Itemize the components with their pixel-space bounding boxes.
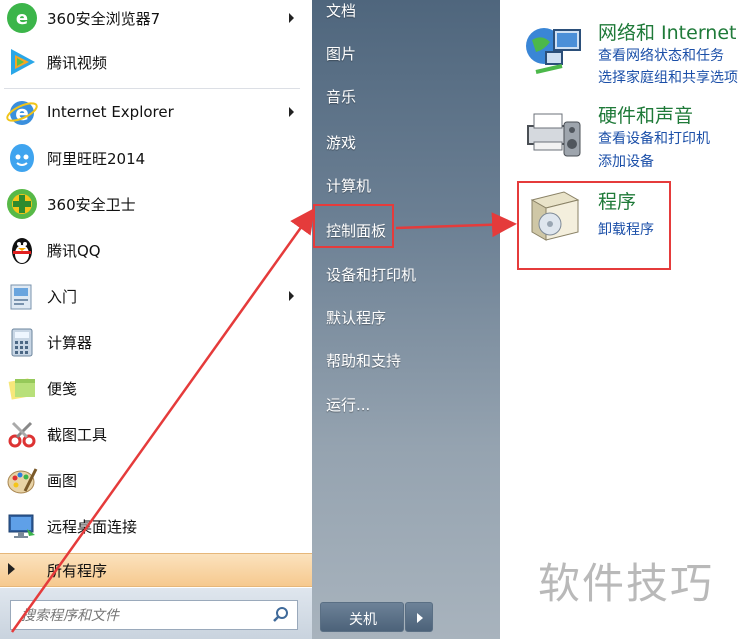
cp-hardware-link-devices[interactable]: 查看设备和打印机 bbox=[598, 128, 710, 148]
menu-run[interactable]: 运行... bbox=[326, 394, 370, 415]
programs-pane: e 360安全浏览器7 腾讯视频 e Internet Explorer 阿里旺… bbox=[0, 0, 312, 639]
network-globe-icon bbox=[526, 28, 581, 74]
aliwangwang-icon bbox=[4, 140, 40, 176]
programs-highlight-box bbox=[517, 181, 671, 270]
program-label: 入门 bbox=[47, 287, 78, 306]
program-label: 截图工具 bbox=[47, 425, 108, 444]
shutdown-options-button[interactable] bbox=[405, 602, 433, 632]
arrow-right-icon bbox=[417, 613, 423, 623]
qq-penguin-icon bbox=[4, 232, 40, 268]
program-tencent-video[interactable]: 腾讯视频 bbox=[0, 40, 312, 84]
program-label: Internet Explorer bbox=[47, 103, 174, 121]
program-label: 360安全卫士 bbox=[47, 195, 136, 214]
expand-arrow-icon bbox=[8, 563, 15, 575]
search-box[interactable] bbox=[10, 600, 298, 630]
menu-computer[interactable]: 计算机 bbox=[326, 175, 371, 196]
paint-icon bbox=[4, 462, 40, 498]
program-label: 远程桌面连接 bbox=[47, 517, 138, 536]
menu-music[interactable]: 音乐 bbox=[326, 86, 356, 107]
svg-text:e: e bbox=[16, 8, 28, 29]
cp-network-link-status[interactable]: 查看网络状态和任务 bbox=[598, 45, 724, 65]
search-area bbox=[0, 588, 312, 639]
program-internet-explorer[interactable]: e Internet Explorer bbox=[0, 90, 312, 134]
cp-network-link-homegroup[interactable]: 选择家庭组和共享选项 bbox=[598, 67, 738, 87]
calculator-icon bbox=[4, 324, 40, 360]
shutdown-label: 关机 bbox=[349, 612, 377, 628]
menu-pictures[interactable]: 图片 bbox=[326, 43, 356, 64]
search-input[interactable] bbox=[19, 604, 263, 628]
cp-hardware-link-add-device[interactable]: 添加设备 bbox=[598, 151, 654, 171]
cp-network-title[interactable]: 网络和 Internet bbox=[598, 18, 736, 45]
program-label: 阿里旺旺2014 bbox=[47, 149, 146, 168]
program-360-browser[interactable]: e 360安全浏览器7 bbox=[0, 0, 312, 40]
submenu-arrow-icon bbox=[289, 107, 294, 117]
program-getting-started[interactable]: 入门 bbox=[0, 274, 312, 318]
360-browser-icon: e bbox=[4, 0, 40, 36]
internet-explorer-icon: e bbox=[4, 94, 40, 130]
all-programs-label: 所有程序 bbox=[47, 562, 108, 580]
getting-started-icon bbox=[4, 278, 40, 314]
submenu-arrow-icon bbox=[289, 291, 294, 301]
program-360-safeguard[interactable]: 360安全卫士 bbox=[0, 182, 312, 226]
search-icon[interactable] bbox=[272, 606, 290, 624]
printer-speaker-icon bbox=[527, 113, 581, 157]
menu-games[interactable]: 游戏 bbox=[326, 132, 356, 153]
control-panel-pane bbox=[500, 0, 756, 639]
program-label: 画图 bbox=[47, 471, 78, 490]
shutdown-button[interactable]: 关机 bbox=[320, 602, 404, 632]
places-pane: 文档 图片 音乐 游戏 计算机 控制面板 设备和打印机 默认程序 帮助和支持 运… bbox=[312, 0, 500, 639]
menu-documents[interactable]: 文档 bbox=[326, 0, 356, 21]
program-label: 计算器 bbox=[47, 333, 93, 352]
program-remote-desktop[interactable]: 远程桌面连接 bbox=[0, 504, 312, 548]
program-label: 腾讯视频 bbox=[47, 53, 108, 72]
submenu-arrow-icon bbox=[289, 13, 294, 23]
watermark-text: 软件技巧 bbox=[538, 559, 715, 608]
program-label: 腾讯QQ bbox=[47, 241, 101, 260]
program-calculator[interactable]: 计算器 bbox=[0, 320, 312, 364]
control-panel-highlight-box bbox=[313, 204, 394, 248]
program-paint[interactable]: 画图 bbox=[0, 458, 312, 502]
program-label: 便笺 bbox=[47, 379, 78, 398]
program-label: 360安全浏览器7 bbox=[47, 9, 161, 28]
cp-hardware-title[interactable]: 硬件和声音 bbox=[598, 101, 693, 128]
sticky-notes-icon bbox=[4, 370, 40, 406]
menu-default-programs[interactable]: 默认程序 bbox=[326, 307, 386, 328]
all-programs-button[interactable]: 所有程序 bbox=[0, 553, 312, 587]
menu-help-support[interactable]: 帮助和支持 bbox=[326, 350, 401, 371]
program-aliwangwang[interactable]: 阿里旺旺2014 bbox=[0, 136, 312, 180]
program-snipping-tool[interactable]: 截图工具 bbox=[0, 412, 312, 456]
program-qq[interactable]: 腾讯QQ bbox=[0, 228, 312, 272]
program-sticky-notes[interactable]: 便笺 bbox=[0, 366, 312, 410]
menu-devices-printers[interactable]: 设备和打印机 bbox=[326, 264, 416, 285]
remote-desktop-icon bbox=[4, 508, 40, 544]
360-safeguard-icon bbox=[4, 186, 40, 222]
tencent-video-icon bbox=[4, 44, 40, 80]
divider bbox=[4, 88, 300, 89]
snipping-tool-icon bbox=[4, 416, 40, 452]
